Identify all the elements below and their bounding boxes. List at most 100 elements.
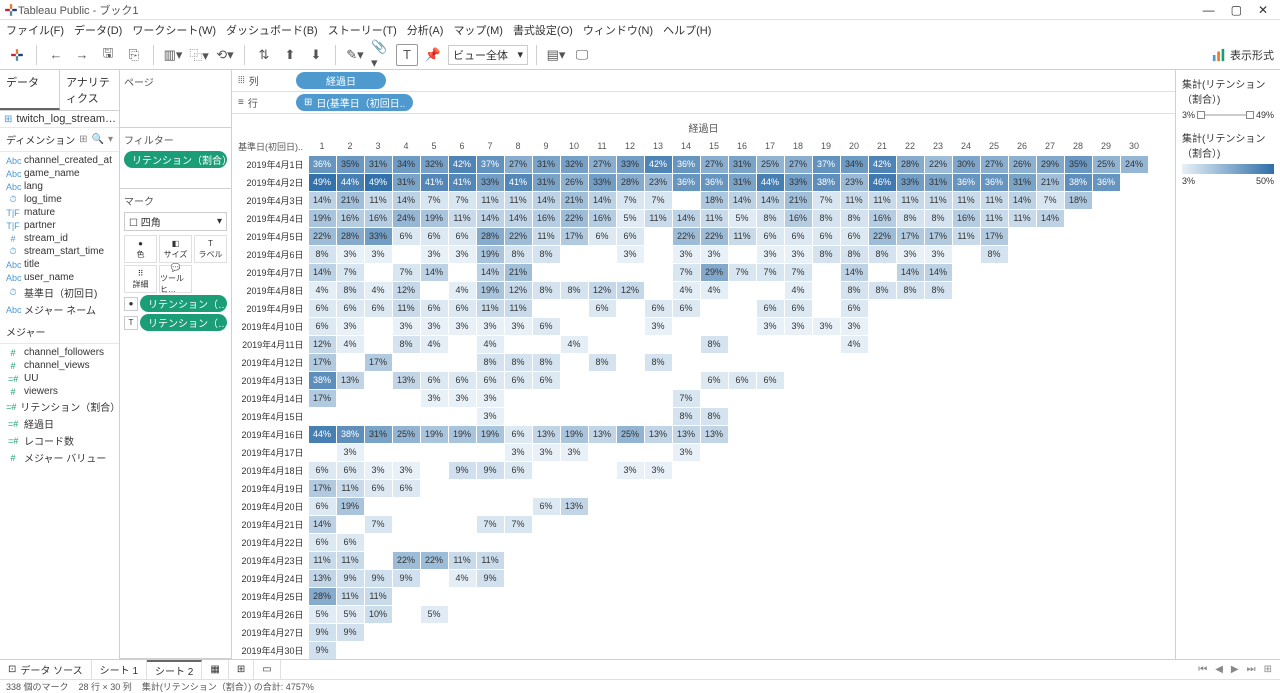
menu-item[interactable]: 分析(A)	[407, 22, 444, 38]
clear-button[interactable]: ⟲▾	[214, 44, 236, 66]
mark-pill[interactable]: リテンション（…△	[140, 295, 227, 312]
dimension-item[interactable]: ⏱基準日（初回日)	[4, 284, 115, 301]
first-tab-button[interactable]: ⏮	[1198, 664, 1207, 675]
menu-item[interactable]: ワークシート(W)	[132, 22, 216, 38]
search-icon[interactable]: 🔍	[92, 134, 104, 145]
pages-shelf[interactable]: ページ	[124, 74, 227, 89]
mark-card[interactable]: ●色	[124, 235, 157, 263]
measure-item[interactable]: #viewers	[4, 385, 115, 398]
dimension-item[interactable]: T|Fpartner	[4, 219, 115, 232]
minimize-button[interactable]: —	[1203, 3, 1215, 17]
filters-shelf-label: フィルター	[124, 132, 227, 147]
new-dashboard-button[interactable]: ⊞	[229, 660, 254, 679]
menu-item[interactable]: データ(D)	[74, 22, 122, 38]
dimension-item[interactable]: ⏱stream_start_time	[4, 245, 115, 258]
presentation-button[interactable]: 🖵	[571, 44, 593, 66]
menu-item[interactable]: ストーリー(T)	[328, 22, 397, 38]
show-tabs-button[interactable]: ⊞	[1264, 664, 1272, 675]
toolbar: ← → 🖫 ⎘ ▥▾ ⿻▾ ⟲▾ ⇅ ⬆ ⬇ ✎▾ 📎▾ T 📌 ビュー全体▾ …	[0, 40, 1280, 70]
view-icon[interactable]: ⊞	[79, 134, 87, 145]
label-button[interactable]: T	[396, 44, 418, 66]
measures-header: メジャー	[0, 320, 119, 344]
menu-icon[interactable]: ▾	[108, 134, 113, 145]
mark-card[interactable]: ⠿詳細	[124, 265, 157, 293]
color-legend-bar[interactable]	[1182, 164, 1274, 174]
new-worksheet-button[interactable]: ▦	[202, 660, 228, 679]
tableau-logo-icon	[4, 3, 18, 17]
legend-filter-title: 集計(リテンション（割合）)	[1182, 76, 1274, 106]
new-datasource-button[interactable]: ⎘	[123, 44, 145, 66]
tableau-icon[interactable]	[6, 44, 28, 66]
cohort-heatmap[interactable]: 基準日(初回日)..123456789101112131415161718192…	[236, 137, 1149, 659]
close-button[interactable]: ✕	[1258, 3, 1268, 17]
mark-card[interactable]: Tラベル	[194, 235, 227, 263]
duplicate-button[interactable]: ⿻▾	[188, 44, 210, 66]
last-tab-button[interactable]: ⏭	[1247, 664, 1256, 675]
tab-datasource[interactable]: ⊡データ ソース	[0, 660, 92, 679]
menu-item[interactable]: 書式設定(O)	[513, 22, 573, 38]
tab-analytics[interactable]: アナリティクス	[60, 70, 119, 110]
dimension-item[interactable]: Abcgame_name	[4, 167, 115, 180]
sort-desc-button[interactable]: ⬇	[305, 44, 327, 66]
viz-area: ⦙⦙⦙列 経過日 ≡行 ⊞日(基準日（初回日.. 経過日 基準日(初回日)..1…	[232, 70, 1175, 659]
dimension-item[interactable]: T|Fmature	[4, 206, 115, 219]
dimension-item[interactable]: Abclang	[4, 180, 115, 193]
sheet-tabs: ⊡データ ソース シート 1 シート 2 ▦ ⊞ ▭ ⏮ ◀ ▶ ⏭ ⊞	[0, 659, 1280, 679]
columns-pill[interactable]: 経過日	[296, 72, 386, 89]
legend-slider[interactable]: 3% 49%	[1182, 110, 1274, 120]
dimension-item[interactable]: Abcchannel_created_at	[4, 154, 115, 167]
dimension-item[interactable]: Abctitle	[4, 258, 115, 271]
forward-button[interactable]: →	[71, 44, 93, 66]
dimensions-header: ディメンション ⊞ 🔍 ▾	[0, 128, 119, 152]
next-tab-button[interactable]: ▶	[1231, 664, 1239, 675]
menu-item[interactable]: マップ(M)	[453, 22, 503, 38]
tab-data[interactable]: データ	[0, 70, 60, 110]
dimension-item[interactable]: #stream_id	[4, 232, 115, 245]
status-marks: 338 個のマーク	[6, 680, 69, 693]
highlight-button[interactable]: ✎▾	[344, 44, 366, 66]
viz-column-header: 経過日	[236, 120, 1171, 135]
data-panel: データ アナリティクス ⊞ twitch_log_stream… ディメンション…	[0, 70, 120, 659]
status-sum: 集計(リテンション（割合）) の合計: 4757%	[142, 680, 314, 693]
rows-shelf-label: ≡行	[238, 95, 288, 110]
dimension-item[interactable]: ⏱log_time	[4, 193, 115, 206]
menu-item[interactable]: ヘルプ(H)	[663, 22, 711, 38]
datasource-name: twitch_log_stream…	[16, 113, 116, 125]
datasource-row[interactable]: ⊞ twitch_log_stream…	[0, 111, 119, 128]
measure-item[interactable]: #メジャー バリュー	[4, 449, 115, 466]
back-button[interactable]: ←	[45, 44, 67, 66]
tab-sheet2[interactable]: シート 2	[147, 660, 202, 679]
measure-item[interactable]: #channel_followers	[4, 346, 115, 359]
measure-item[interactable]: =#UU	[4, 372, 115, 385]
measure-item[interactable]: =#経過日	[4, 415, 115, 432]
status-dims: 28 行 × 30 列	[79, 680, 132, 693]
group-button[interactable]: 📎▾	[370, 44, 392, 66]
menubar: ファイル(F) データ(D) ワークシート(W) ダッシュボード(B) ストーリー(T)…	[0, 20, 1280, 40]
new-story-button[interactable]: ▭	[254, 660, 280, 679]
measure-item[interactable]: =#リテンション（割合）	[4, 398, 115, 415]
swap-button[interactable]: ⇅	[253, 44, 275, 66]
dimension-item[interactable]: Abcメジャー ネーム	[4, 301, 115, 318]
dimension-item[interactable]: Abcuser_name	[4, 271, 115, 284]
new-sheet-button[interactable]: ▥▾	[162, 44, 184, 66]
tab-sheet1[interactable]: シート 1	[92, 660, 147, 679]
measure-item[interactable]: =#レコード数	[4, 432, 115, 449]
sort-asc-button[interactable]: ⬆	[279, 44, 301, 66]
menu-item[interactable]: ウィンドウ(N)	[583, 22, 653, 38]
pin-button[interactable]: 📌	[422, 44, 444, 66]
maximize-button[interactable]: ▢	[1231, 3, 1242, 17]
mark-pill[interactable]: リテンション（…△	[140, 314, 227, 331]
fit-selector[interactable]: ビュー全体▾	[448, 45, 528, 65]
mark-card[interactable]: 💬ツールヒ…	[159, 265, 192, 293]
filter-pill[interactable]: リテンション（割合）△	[124, 151, 227, 168]
mark-card[interactable]: ◧サイズ	[159, 235, 192, 263]
mark-type-selector[interactable]: ☐ 四角▾	[124, 212, 227, 231]
menu-item[interactable]: ダッシュボード(B)	[226, 22, 318, 38]
measure-item[interactable]: #channel_views	[4, 359, 115, 372]
prev-tab-button[interactable]: ◀	[1215, 664, 1223, 675]
rows-pill[interactable]: ⊞日(基準日（初回日..	[296, 94, 413, 111]
menu-item[interactable]: ファイル(F)	[6, 22, 64, 38]
show-cards-button[interactable]: ▤▾	[545, 44, 567, 66]
show-me-button[interactable]: 表示形式	[1212, 47, 1274, 63]
save-button[interactable]: 🖫	[97, 44, 119, 66]
